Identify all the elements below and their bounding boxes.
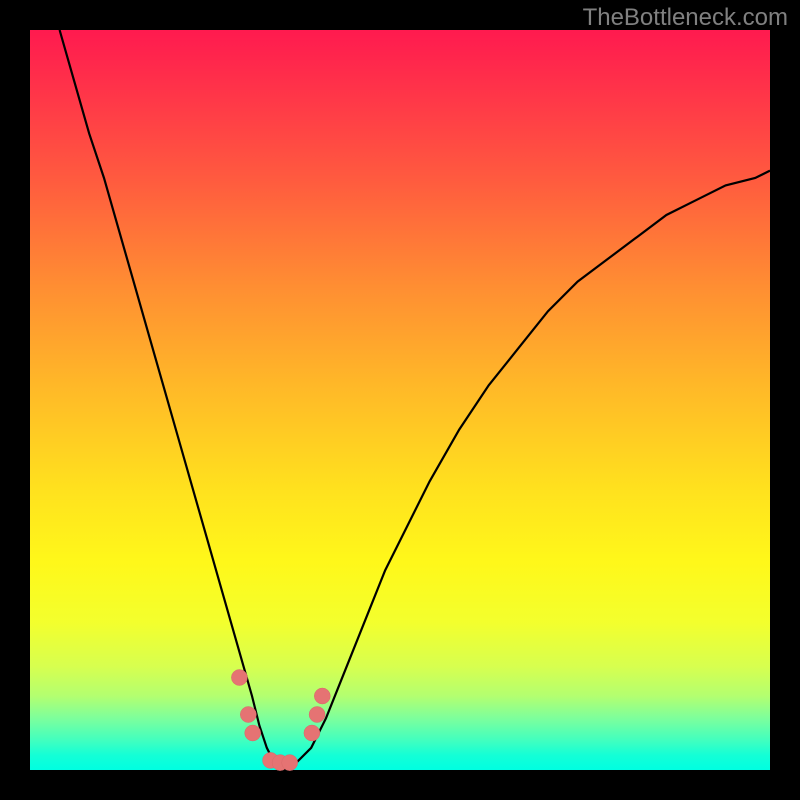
highlight-marker xyxy=(309,707,325,723)
plot-area xyxy=(30,30,770,770)
highlight-marker xyxy=(240,707,256,723)
highlight-marker xyxy=(304,725,320,741)
highlight-markers xyxy=(231,670,330,771)
chart-svg xyxy=(30,30,770,770)
chart-container: TheBottleneck.com xyxy=(0,0,800,800)
curve-series xyxy=(60,30,770,770)
highlight-marker xyxy=(231,670,247,686)
watermark-text: TheBottleneck.com xyxy=(583,4,788,32)
highlight-marker xyxy=(245,725,261,741)
highlight-marker xyxy=(282,755,298,771)
highlight-marker xyxy=(314,688,330,704)
